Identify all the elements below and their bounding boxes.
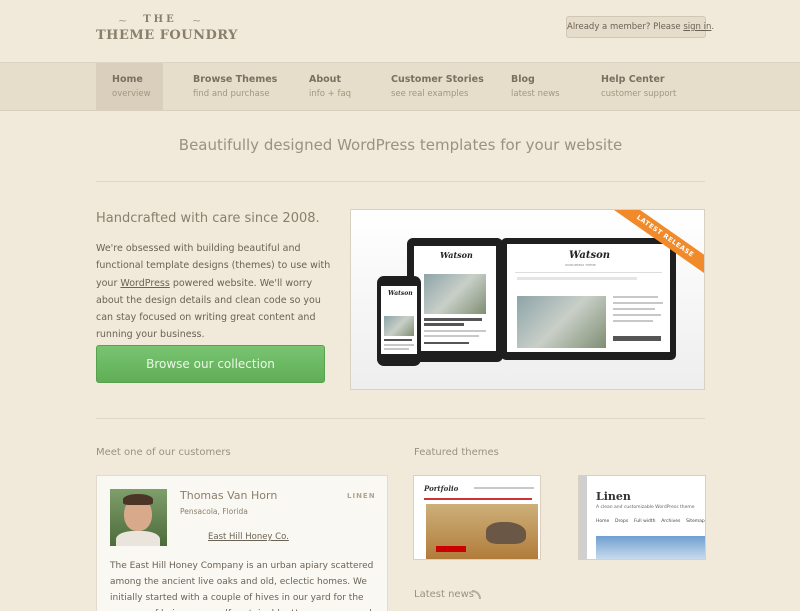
- nav-label: Browse Themes: [193, 74, 278, 85]
- screen-text: [613, 314, 661, 316]
- sign-in-link[interactable]: sign in: [683, 22, 711, 32]
- screen-text: [613, 302, 663, 304]
- divider: [96, 181, 705, 182]
- monitor-screen: Watson WORDPRESS THEME: [507, 244, 670, 352]
- featured-theme-linen[interactable]: Linen A clean and customizable WordPress…: [578, 475, 706, 560]
- linen-menu-item: Archives: [661, 519, 681, 524]
- nav-item-about[interactable]: About info + faq: [309, 63, 351, 111]
- screen-menu: [517, 277, 637, 280]
- portfolio-caption: [436, 546, 466, 552]
- tablet-text: [424, 335, 479, 337]
- nav-label: Customer Stories: [391, 74, 484, 85]
- linen-sky-photo: [596, 536, 705, 559]
- member-text: Already a member? Please: [567, 22, 684, 32]
- member-suffix: .: [711, 22, 715, 32]
- linen-sidebar-strip: [579, 476, 587, 559]
- screen-rule: [515, 272, 662, 273]
- nav-item-browse-themes[interactable]: Browse Themes find and purchase: [193, 63, 277, 111]
- nav-sub: see real examples: [391, 89, 469, 99]
- theme-foundry-logo[interactable]: ~ THE ~ THEME FOUNDRY: [96, 14, 238, 46]
- rhino-shape: [486, 522, 526, 544]
- customer-section-label: Meet one of our customers: [96, 447, 231, 458]
- linen-menu-item: Full width: [633, 519, 656, 524]
- tablet-screen: Watson: [414, 246, 496, 351]
- featured-section-label: Featured themes: [414, 447, 499, 458]
- linen-menu-item: Home: [596, 519, 610, 524]
- customer-story: The East Hill Honey Company is an urban …: [110, 561, 374, 611]
- avatar-hair: [123, 494, 153, 505]
- screen-text: [613, 308, 655, 310]
- customer-card: Thomas Van Horn LINEN Pensacola, Florida…: [96, 475, 388, 611]
- nav-sub: find and purchase: [193, 89, 270, 99]
- nav-item-blog[interactable]: Blog latest news: [511, 63, 560, 111]
- rss-icon[interactable]: [472, 590, 481, 599]
- latest-news-label: Latest news: [414, 589, 474, 600]
- logo-main-text: THEME FOUNDRY: [96, 28, 238, 43]
- header: ~ THE ~ THEME FOUNDRY Already a member? …: [0, 0, 800, 62]
- linen-menu-item: Sitemap: [686, 519, 705, 524]
- linen-menu: Home Drops Full width Archives Sitemap: [596, 519, 705, 524]
- screen-buttons: [613, 336, 661, 341]
- nav-sub: customer support: [601, 89, 677, 99]
- nav-label: Home: [112, 74, 143, 85]
- featured-theme-portfolio[interactable]: Portfolio: [413, 475, 541, 560]
- portfolio-menu: [474, 487, 534, 489]
- phone-headline: [384, 339, 412, 341]
- phone-text: [384, 348, 409, 350]
- main-nav: Home overview Browse Themes find and pur…: [0, 62, 800, 111]
- tablet-device: Watson: [407, 238, 503, 362]
- screen-text: [613, 296, 658, 298]
- tablet-car-photo: [424, 274, 486, 314]
- phone-device: Watson: [377, 276, 421, 366]
- watson-logo-tablet: Watson: [440, 250, 473, 260]
- hero-devices-image[interactable]: Watson WORDPRESS THEME Watson Watson LAT…: [350, 209, 705, 390]
- portfolio-rhino-photo: [426, 504, 538, 559]
- wordpress-link[interactable]: WordPress: [120, 278, 169, 289]
- screen-text: [613, 320, 653, 322]
- tablet-headline: [424, 318, 482, 321]
- customer-name: Thomas Van Horn: [180, 489, 278, 502]
- customer-avatar: [110, 489, 167, 546]
- nav-item-home[interactable]: Home overview: [96, 63, 163, 111]
- member-signin-box: Already a member? Please sign in.: [566, 16, 714, 38]
- phone-car-photo: [384, 316, 414, 336]
- nav-item-help-center[interactable]: Help Center customer support: [601, 63, 676, 111]
- customer-company-link[interactable]: East Hill Honey Co.: [208, 532, 289, 542]
- page-tagline: Beautifully designed WordPress templates…: [178, 136, 623, 154]
- nav-label: About: [309, 74, 341, 85]
- watson-logo-phone: Watson: [388, 290, 413, 297]
- divider: [96, 418, 705, 419]
- linen-title: Linen: [596, 490, 631, 503]
- linen-menu-item: Drops: [615, 519, 629, 524]
- nav-sub: info + faq: [309, 89, 352, 99]
- phone-text: [384, 344, 414, 346]
- tablet-headline: [424, 323, 464, 326]
- logo-the-text: THE: [143, 14, 177, 25]
- nav-label: Help Center: [601, 74, 665, 85]
- screen-car-photo: [517, 296, 606, 348]
- nav-sub: latest news: [511, 89, 560, 99]
- monitor-device: Watson WORDPRESS THEME: [501, 238, 676, 360]
- portfolio-accent-bar: [424, 498, 532, 500]
- watson-tagline: WORDPRESS THEME: [565, 263, 596, 267]
- nav-item-customer-stories[interactable]: Customer Stories see real examples: [391, 63, 484, 111]
- customer-theme-badge[interactable]: LINEN: [347, 492, 376, 500]
- linen-subtitle: A clean and customizable WordPress theme: [596, 505, 695, 510]
- flourish-right-icon: ~: [192, 14, 202, 27]
- browse-collection-button[interactable]: Browse our collection: [96, 345, 325, 383]
- avatar-shirt: [116, 531, 160, 546]
- nav-sub: overview: [112, 89, 151, 99]
- intro-heading: Handcrafted with care since 2008.: [96, 211, 320, 226]
- tablet-text: [424, 330, 486, 332]
- tablet-text: [424, 342, 469, 344]
- portfolio-logo: Portfolio: [424, 484, 459, 493]
- nav-label: Blog: [511, 74, 535, 85]
- watson-logo-monitor: Watson: [569, 250, 611, 261]
- phone-screen: Watson: [381, 286, 417, 354]
- customer-location: Pensacola, Florida: [180, 507, 248, 516]
- intro-paragraph: We're obsessed with building beautiful a…: [96, 240, 332, 344]
